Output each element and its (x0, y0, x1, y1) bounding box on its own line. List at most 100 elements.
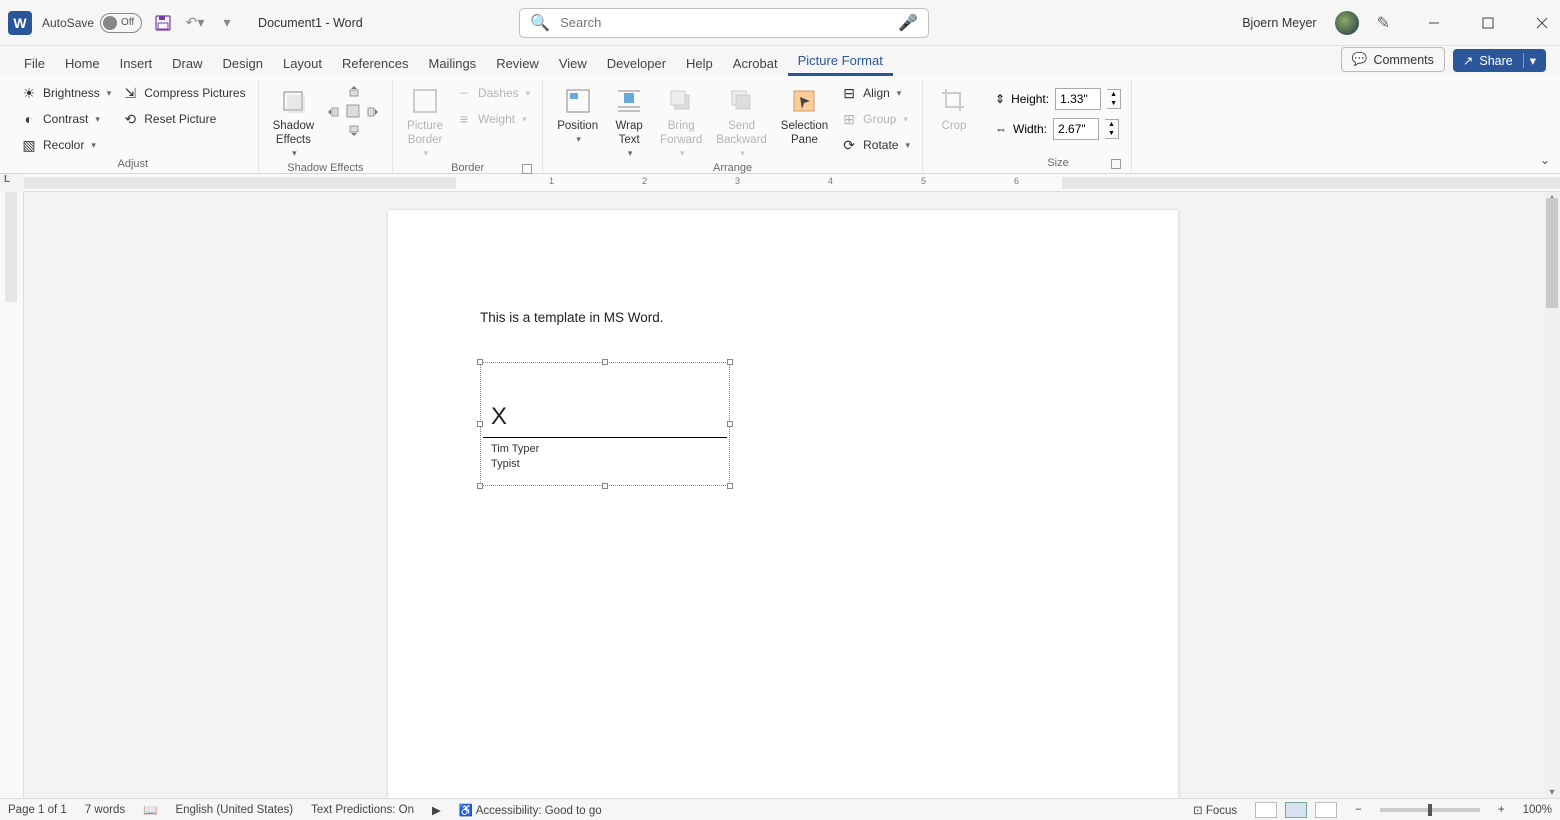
vertical-scrollbar[interactable]: ▴ ▾ (1544, 192, 1560, 798)
tab-help[interactable]: Help (676, 50, 723, 76)
signature-line-object[interactable]: X Tim Typer Typist (480, 362, 730, 486)
border-dialog-launcher[interactable] (522, 164, 532, 174)
share-button[interactable]: ↗ Share ▾ (1453, 49, 1546, 72)
page-indicator[interactable]: Page 1 of 1 (8, 804, 67, 816)
accessibility-indicator[interactable]: ♿ Accessibility: Good to go (459, 803, 602, 817)
nudge-up-icon (345, 84, 361, 98)
web-layout-button[interactable] (1315, 802, 1337, 818)
recolor-button[interactable]: ▧Recolor▾ (18, 134, 113, 156)
resize-handle[interactable] (727, 359, 733, 365)
ruler-mark: 1 (549, 176, 554, 186)
width-input[interactable] (1053, 118, 1099, 140)
tab-developer[interactable]: Developer (597, 50, 676, 76)
resize-handle[interactable] (602, 359, 608, 365)
comments-button[interactable]: 💬 Comments (1341, 47, 1445, 72)
bring-forward-label: Bring Forward (660, 120, 702, 148)
shadow-nudge-down[interactable] (343, 122, 363, 140)
size-dialog-launcher[interactable] (1111, 159, 1121, 169)
resize-handle[interactable] (477, 483, 483, 489)
document-canvas[interactable]: This is a template in MS Word. X Tim Typ… (24, 192, 1560, 798)
shadow-nudge-up[interactable] (343, 82, 363, 100)
tab-picture-format[interactable]: Picture Format (788, 47, 893, 76)
save-button[interactable] (152, 12, 174, 34)
mic-icon[interactable]: 🎤 (898, 13, 918, 33)
zoom-in-button[interactable]: + (1498, 804, 1505, 816)
tab-home[interactable]: Home (55, 50, 110, 76)
crop-icon (937, 84, 971, 118)
zoom-slider[interactable] (1380, 808, 1480, 812)
height-row: ⇕ Height: ▲▼ (995, 88, 1121, 110)
group-adjust: ☀Brightness▾ ◐Contrast▾ ▧Recolor▾ ⇲Compr… (8, 80, 259, 173)
position-button[interactable]: Position▾ (553, 82, 602, 147)
vertical-ruler[interactable] (0, 192, 24, 798)
width-label: Width: (1013, 122, 1047, 136)
body-text[interactable]: This is a template in MS Word. (480, 310, 664, 325)
rotate-icon: ⟳ (840, 136, 858, 154)
compress-pictures-button[interactable]: ⇲Compress Pictures (119, 82, 247, 104)
tab-design[interactable]: Design (213, 50, 273, 76)
ribbon: ☀Brightness▾ ◐Contrast▾ ▧Recolor▾ ⇲Compr… (0, 76, 1560, 174)
collapse-ribbon-button[interactable]: ⌄ (1540, 153, 1550, 167)
shadow-nudge-left[interactable] (324, 100, 342, 122)
tab-insert[interactable]: Insert (110, 50, 163, 76)
macro-icon[interactable]: ▶ (432, 803, 441, 817)
page[interactable]: This is a template in MS Word. X Tim Typ… (388, 210, 1178, 798)
search-box[interactable]: 🔍 🎤 (519, 8, 929, 38)
focus-mode-button[interactable]: ⊡ Focus (1193, 803, 1237, 817)
minimize-button[interactable] (1424, 13, 1444, 33)
rotate-button[interactable]: ⟳Rotate▾ (838, 134, 912, 156)
resize-handle[interactable] (477, 359, 483, 365)
language-indicator[interactable]: English (United States) (175, 804, 293, 816)
tab-file[interactable]: File (14, 50, 55, 76)
group-label-crop (933, 155, 975, 173)
resize-handle[interactable] (602, 483, 608, 489)
height-spinner[interactable]: ▲▼ (1107, 89, 1121, 109)
height-input[interactable] (1055, 88, 1101, 110)
pen-mode-icon[interactable]: ✎ (1377, 13, 1390, 33)
align-button[interactable]: ⊟Align▾ (838, 82, 912, 104)
width-spinner[interactable]: ▲▼ (1105, 119, 1119, 139)
word-logo-icon: W (8, 11, 32, 35)
customize-qat-button[interactable]: ▾ (216, 12, 238, 34)
user-avatar[interactable] (1335, 11, 1359, 35)
search-input[interactable] (560, 15, 898, 30)
reset-picture-button[interactable]: ⟲Reset Picture (119, 108, 247, 130)
resize-handle[interactable] (727, 483, 733, 489)
reset-icon: ⟲ (121, 110, 139, 128)
spellcheck-icon[interactable]: 📖 (143, 803, 157, 817)
brightness-button[interactable]: ☀Brightness▾ (18, 82, 113, 104)
user-name[interactable]: Bjoern Meyer (1242, 16, 1316, 30)
resize-handle[interactable] (477, 421, 483, 427)
zoom-out-button[interactable]: − (1355, 804, 1362, 816)
shadow-toggle-center[interactable] (342, 100, 364, 122)
zoom-thumb[interactable] (1428, 804, 1432, 816)
tab-references[interactable]: References (332, 50, 418, 76)
resize-handle[interactable] (727, 421, 733, 427)
selection-pane-button[interactable]: Selection Pane (777, 82, 832, 150)
tab-draw[interactable]: Draw (162, 50, 212, 76)
tab-mailings[interactable]: Mailings (419, 50, 487, 76)
print-layout-button[interactable] (1285, 802, 1307, 818)
undo-button[interactable]: ↶▾ (184, 12, 206, 34)
spin-up-icon: ▲ (1107, 90, 1120, 99)
nudge-left-icon (326, 103, 340, 119)
wrap-text-button[interactable]: Wrap Text▾ (608, 82, 650, 160)
selection-pane-icon (787, 84, 821, 118)
zoom-percent[interactable]: 100% (1523, 804, 1552, 816)
text-predictions-indicator[interactable]: Text Predictions: On (311, 804, 414, 816)
contrast-button[interactable]: ◐Contrast▾ (18, 108, 113, 130)
shadow-nudge-right[interactable] (364, 100, 382, 122)
ruler-mark: 5 (921, 176, 926, 186)
autosave-toggle[interactable]: Off (100, 13, 142, 33)
close-button[interactable] (1532, 13, 1552, 33)
word-count[interactable]: 7 words (85, 804, 125, 816)
maximize-button[interactable] (1478, 13, 1498, 33)
tab-acrobat[interactable]: Acrobat (723, 50, 788, 76)
read-mode-button[interactable] (1255, 802, 1277, 818)
horizontal-ruler[interactable]: 1 2 3 4 5 6 (24, 174, 1560, 192)
shadow-effects-button[interactable]: Shadow Effects▾ (269, 82, 319, 160)
tab-review[interactable]: Review (486, 50, 549, 76)
tab-view[interactable]: View (549, 50, 597, 76)
tab-layout[interactable]: Layout (273, 50, 332, 76)
scroll-thumb[interactable] (1546, 198, 1558, 308)
